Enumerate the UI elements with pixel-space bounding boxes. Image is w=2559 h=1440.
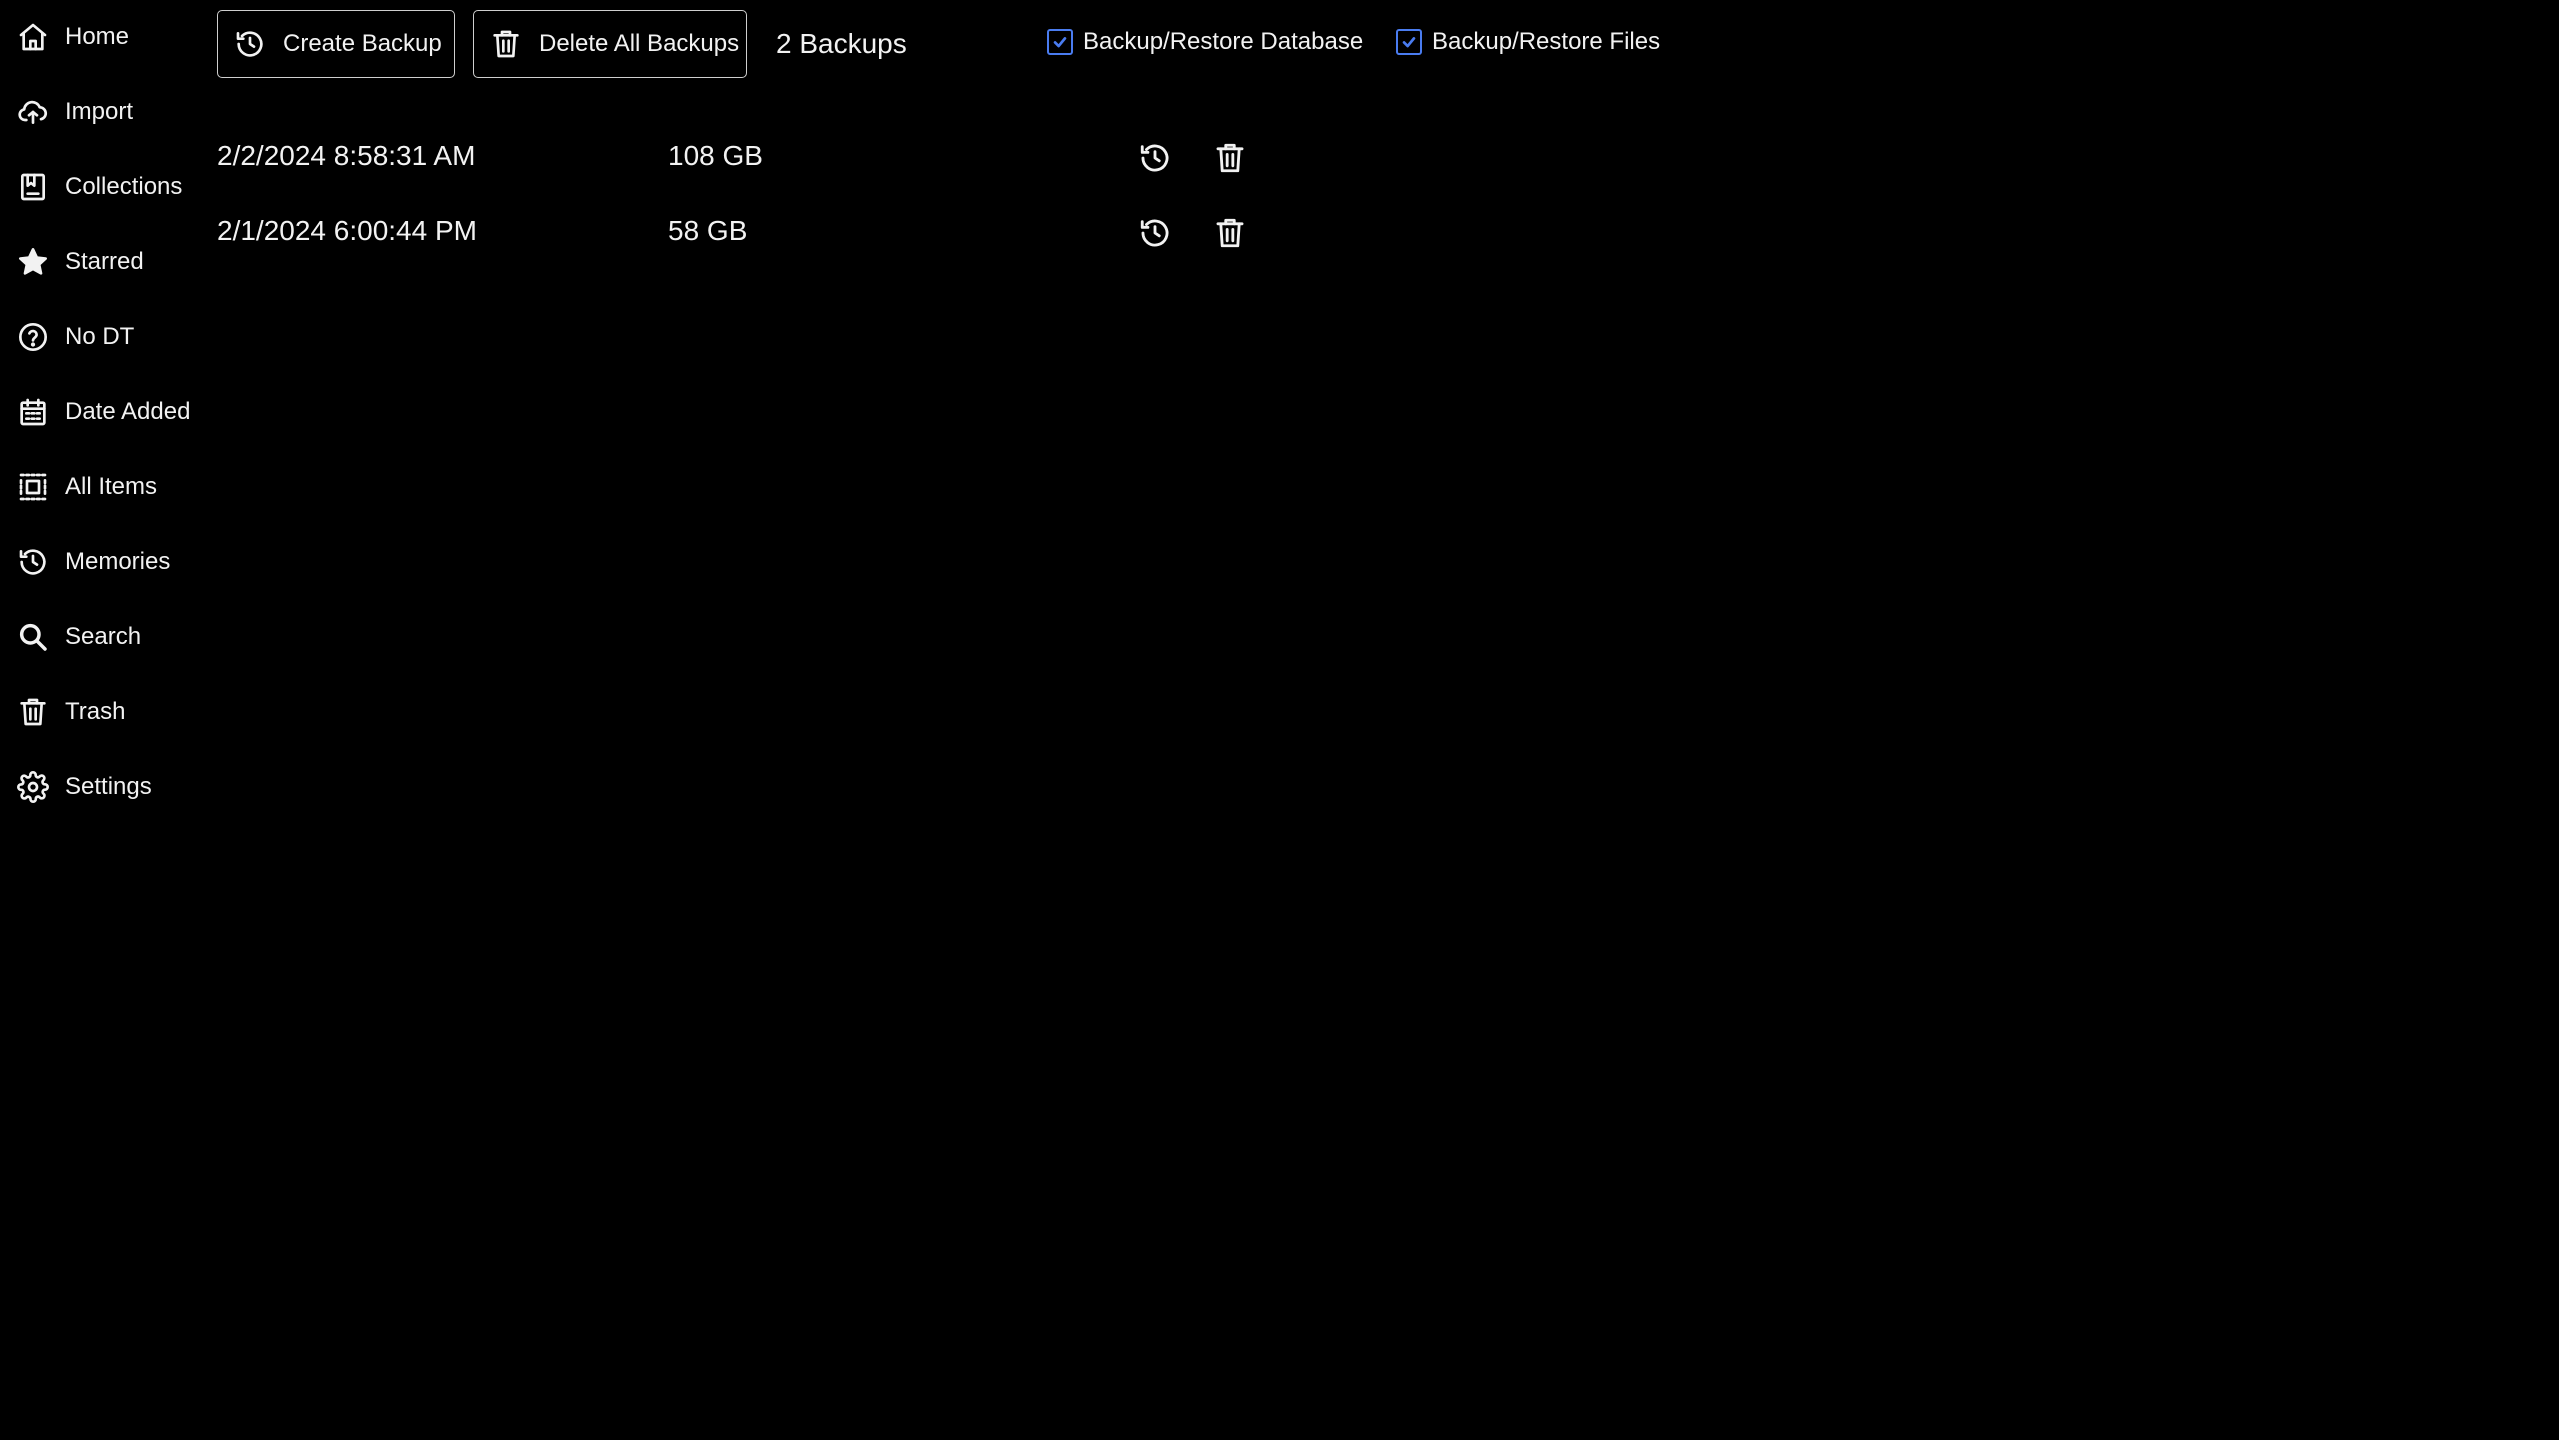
sidebar-item-label: All Items [65,473,158,500]
sidebar: Home Import Collections Starred No DT Da… [0,0,210,1440]
sidebar-item-label: Settings [65,773,152,800]
cloud-upload-icon [16,95,50,129]
backup-restore-database-checkbox[interactable]: Backup/Restore Database [1047,28,1363,56]
trash-icon [16,695,50,729]
delete-all-backups-button[interactable]: Delete All Backups [473,10,747,78]
sidebar-item-trash[interactable]: Trash [0,682,210,742]
trash-icon [488,26,524,62]
history-icon [232,26,268,62]
backup-restore-database-label: Backup/Restore Database [1083,28,1364,55]
sidebar-item-label: Import [65,98,134,125]
gear-icon [16,770,50,804]
search-icon [16,620,50,654]
calendar-icon [16,395,50,429]
sidebar-item-starred[interactable]: Starred [0,232,210,292]
trash-icon [1216,143,1244,173]
sidebar-item-label: Date Added [65,398,191,425]
delete-all-backups-label: Delete All Backups [539,30,740,57]
sidebar-item-label: Collections [65,173,183,200]
restore-backup-button[interactable] [1135,138,1175,178]
backup-date: 2/1/2024 6:00:44 PM [217,215,477,246]
restore-backup-button[interactable] [1135,213,1175,253]
backup-row: 2/1/2024 6:00:44 PM 58 GB [217,203,1257,263]
backup-date: 2/2/2024 8:58:31 AM [217,140,476,171]
sidebar-item-home[interactable]: Home [0,7,210,67]
question-circle-icon [16,320,50,354]
history-icon [1140,144,1169,172]
sidebar-item-label: Memories [65,548,171,575]
collections-icon [16,170,50,204]
backup-count: 2 Backups [776,28,907,59]
grid-dotted-icon [16,470,50,504]
checkbox-checked-icon[interactable] [1396,29,1422,55]
sidebar-item-collections[interactable]: Collections [0,157,210,217]
sidebar-item-label: Home [65,23,130,50]
sidebar-item-memories[interactable]: Memories [0,532,210,592]
history-icon [1140,219,1169,247]
backup-size: 58 GB [668,215,748,246]
backup-restore-files-label: Backup/Restore Files [1432,28,1661,55]
star-icon [16,245,50,279]
sidebar-item-settings[interactable]: Settings [0,757,210,817]
sidebar-item-label: Trash [65,698,126,725]
backup-size: 108 GB [668,140,763,171]
home-icon [16,20,50,54]
backup-row: 2/2/2024 8:58:31 AM 108 GB [217,128,1257,188]
sidebar-item-date-added[interactable]: Date Added [0,382,210,442]
sidebar-item-import[interactable]: Import [0,82,210,142]
sidebar-item-label: No DT [65,323,135,350]
sidebar-item-all-items[interactable]: All Items [0,457,210,517]
delete-backup-button[interactable] [1210,213,1250,253]
sidebar-item-search[interactable]: Search [0,607,210,667]
history-icon [16,545,50,579]
sidebar-item-label: Starred [65,248,144,275]
trash-icon [1216,218,1244,248]
create-backup-button[interactable]: Create Backup [217,10,455,78]
sidebar-item-label: Search [65,623,142,650]
checkbox-checked-icon[interactable] [1047,29,1073,55]
sidebar-item-no-dt[interactable]: No DT [0,307,210,367]
delete-backup-button[interactable] [1210,138,1250,178]
create-backup-label: Create Backup [283,30,442,57]
backup-restore-files-checkbox[interactable]: Backup/Restore Files [1396,28,1660,56]
